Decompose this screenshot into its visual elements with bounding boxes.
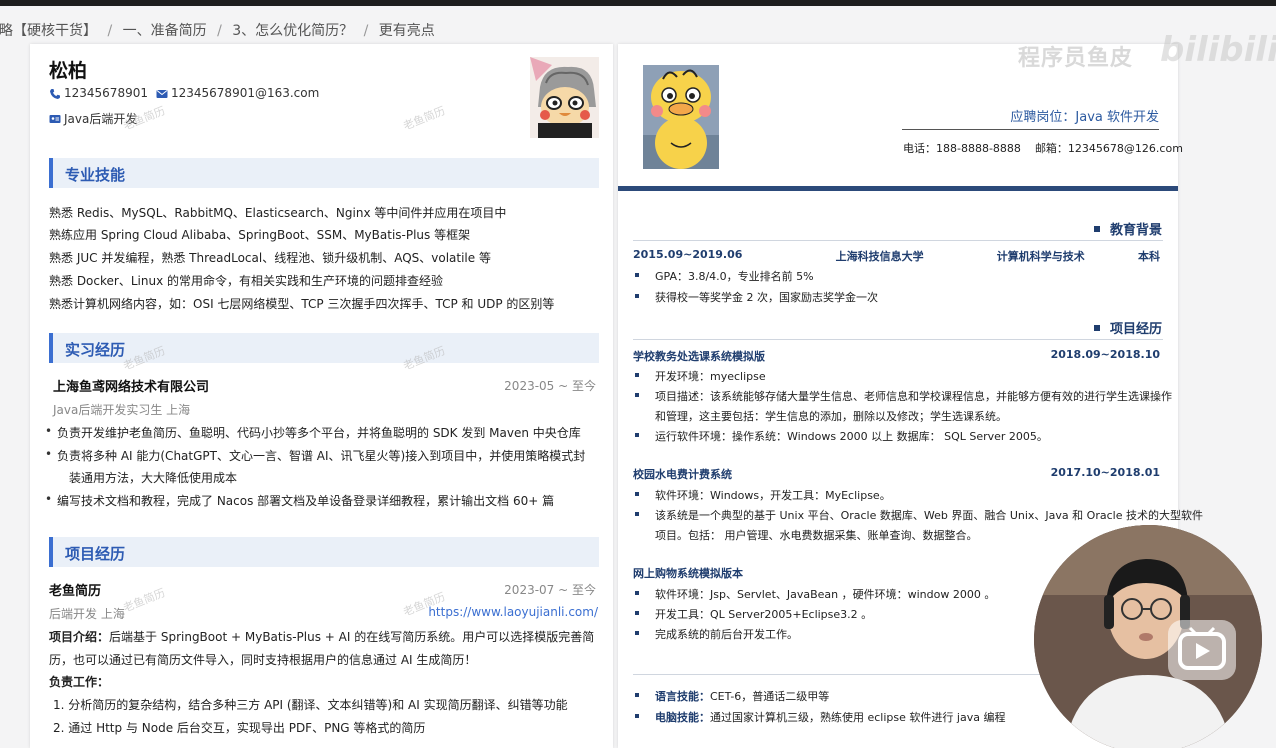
edu-major: 计算机科学与技术 xyxy=(996,250,1085,263)
id-card-icon xyxy=(49,114,61,123)
internship-bullet: 负责开发维护老鱼简历、鱼聪明、代码小抄等多个平台，并将鱼聪明的 SDK 发到 M… xyxy=(45,424,581,441)
project-date: 2018.09~2018.10 xyxy=(1050,348,1160,361)
divider xyxy=(902,129,1159,130)
project-bullet: 完成系统的前后台开发工作。 xyxy=(635,628,798,641)
breadcrumb-item-2[interactable]: 一、准备简历 xyxy=(123,20,207,40)
watermark-text: 老鱼简历 xyxy=(121,104,168,133)
watermark-text: 老鱼简历 xyxy=(401,104,448,133)
project-intro: 项目介绍：后端基于 SpringBoot + MyBatis-Plus + AI… xyxy=(49,630,595,644)
edu-school: 上海科技信息大学 xyxy=(835,250,924,263)
skill-row: 电脑技能：通过国家计算机三级，熟练使用 eclipse 软件进行 java 编程 xyxy=(634,711,1006,724)
phone-icon xyxy=(50,88,60,99)
breadcrumb-sep: / xyxy=(217,23,222,39)
section-header-skills: 专业技能 xyxy=(49,158,599,188)
square-icon xyxy=(1093,324,1100,331)
project-intro-cont: 历，也可以通过已有简历文件导入，同时支持根据用户的信息通过 AI 生成简历！ xyxy=(49,653,477,667)
project-title: 网上购物系统模拟版本 xyxy=(633,567,743,580)
project-bullet: 开发工具：QL Server2005+Eclipse3.2 。 xyxy=(634,608,873,621)
header-divider xyxy=(618,186,1178,191)
avatar xyxy=(530,57,599,138)
company-name: 上海鱼鸢网络技术有限公司 xyxy=(53,380,210,395)
email-text: 12345678901@163.com xyxy=(170,86,320,100)
breadcrumb-item-4[interactable]: 更有亮点 xyxy=(379,20,435,40)
mail-icon xyxy=(156,89,168,98)
project-bullet: 该系统是一个典型的基于 Unix 平台、Oracle 数据库、Web 界面、融合… xyxy=(635,509,1203,522)
edu-bullet: 获得校一等奖学金 2 次，国家励志奖学金一次 xyxy=(635,291,878,304)
breadcrumb-sep: / xyxy=(107,23,113,39)
project-bullet: 运行软件环境：操作系统：Windows 2000 以上 数据库： SQL Ser… xyxy=(635,430,1048,443)
skill-row: 语言技能：CET-6，普通话二级甲等 xyxy=(634,690,830,703)
email-text: 邮箱：12345678@126.com xyxy=(1034,142,1183,155)
project-bullet: 软件环境：Jsp、Servlet、JavaBean ，硬件环境：window 2… xyxy=(634,588,996,601)
internship-date: 2023-05 ~ 至今 xyxy=(504,379,596,393)
project-bullet: 软件环境：Windows，开发工具：MyEclipse。 xyxy=(635,489,891,502)
education-row: 2015.09~2019.06 上海科技信息大学 计算机科学与技术 本科 xyxy=(633,248,1160,264)
project-bullet-cont: 和管理，这主要包括：学生信息的添加，删除以及修改；学生选课系统。 xyxy=(655,410,1007,423)
resume-left: 松柏 12345678901 12345678901@163.com Java后… xyxy=(30,44,613,748)
project-title: 学校教务处选课系统模拟版 xyxy=(633,350,765,363)
phone-text: 电话：188-8888-8888 xyxy=(903,142,1021,155)
skill-line: 熟悉计算机网络内容，如：OSI 七层网络模型、TCP 三次握手四次挥手、TCP … xyxy=(49,297,555,311)
internship-bullet: 负责将多种 AI 能力(ChatGPT、文心一言、智谱 AI、讯飞星火等)接入到… xyxy=(45,447,585,464)
phone-text: 12345678901 xyxy=(64,86,148,100)
contact-row: 12345678901 12345678901@163.com xyxy=(49,86,319,100)
bilibili-logo: bilibili xyxy=(1160,30,1276,70)
play-button[interactable] xyxy=(1168,620,1236,680)
internship-bullet: 编写技术文档和教程，完成了 Nacos 部署文档及单设备登录详细教程，累计输出文… xyxy=(45,492,554,509)
project-bullet: 项目描述：该系统能够存储大量学生信息、老师信息和学校课程信息，并能够方便有效的进… xyxy=(635,390,1172,403)
project-bullet: 开发环境：myeclipse xyxy=(635,370,766,383)
skill-line: 熟悉 JUC 并发编程，熟悉 ThreadLocal、线程池、锁升级机制、AQS… xyxy=(49,251,491,265)
breadcrumb-item-1[interactable]: 攻略【硬核干货】 xyxy=(0,20,97,40)
skill-line: 熟悉 Redis、MySQL、RabbitMQ、Elasticsearch、Ng… xyxy=(49,206,507,220)
divider xyxy=(633,339,1163,340)
skill-line: 熟悉 Docker、Linux 的常用命令，有相关实践和生产环境的问题排查经验 xyxy=(49,274,443,288)
skill-line: 熟练应用 Spring Cloud Alibaba、SpringBoot、SSM… xyxy=(49,228,471,242)
avatar-illustration xyxy=(643,65,719,169)
breadcrumb-sep: / xyxy=(363,23,369,39)
project-bullet-cont: 项目。包括： 用户管理、水电费数据采集、账单查询、数据整合。 xyxy=(655,529,978,542)
internship-position: Java后端开发实习生 上海 xyxy=(53,403,191,417)
edu-period: 2015.09~2019.06 xyxy=(633,248,743,261)
square-icon xyxy=(1093,225,1100,232)
applied-position: 应聘岗位：Java 软件开发 xyxy=(1010,110,1159,125)
internship-bullet-cont: 装通用方法，大大降低使用成本 xyxy=(69,471,238,485)
breadcrumb-item-3[interactable]: 3、怎么优化简历？ xyxy=(232,20,353,40)
watermark-text: 老鱼简历 xyxy=(121,586,168,615)
edu-degree: 本科 xyxy=(1137,250,1160,263)
channel-watermark: 程序员鱼皮 xyxy=(1018,46,1134,71)
play-icon xyxy=(1178,626,1226,670)
candidate-name: 松柏 xyxy=(49,60,88,82)
project-duty: 1. 分析简历的复杂结构，结合多种三方 API (翻译、文本纠错等)和 AI 实… xyxy=(53,698,568,712)
section-header-projects: 项目经历 xyxy=(1093,318,1162,337)
project-role: 后端开发 上海 xyxy=(49,607,125,621)
project-date: 2023-07 ~ 至今 xyxy=(504,583,596,597)
project-title: 校园水电费计费系统 xyxy=(633,468,732,481)
contact-row: 电话：188-8888-8888 邮箱：12345678@126.com xyxy=(903,140,1183,156)
section-header-project: 项目经历 xyxy=(49,537,599,567)
project-date: 2017.10~2018.01 xyxy=(1050,466,1160,479)
project-duty: 2. 通过 Http 与 Node 后台交互，实现导出 PDF、PNG 等格式的… xyxy=(53,721,426,735)
section-header-education: 教育背景 xyxy=(1093,219,1162,238)
edu-bullet: GPA：3.8/4.0，专业排名前 5% xyxy=(635,270,814,283)
divider xyxy=(633,240,1163,241)
project-duty-label: 负责工作： xyxy=(49,675,110,689)
avatar xyxy=(643,65,719,169)
project-link[interactable]: https://www.laoyujianli.com/ xyxy=(428,605,598,619)
project-name: 老鱼简历 xyxy=(49,584,102,599)
avatar-illustration xyxy=(530,57,599,138)
